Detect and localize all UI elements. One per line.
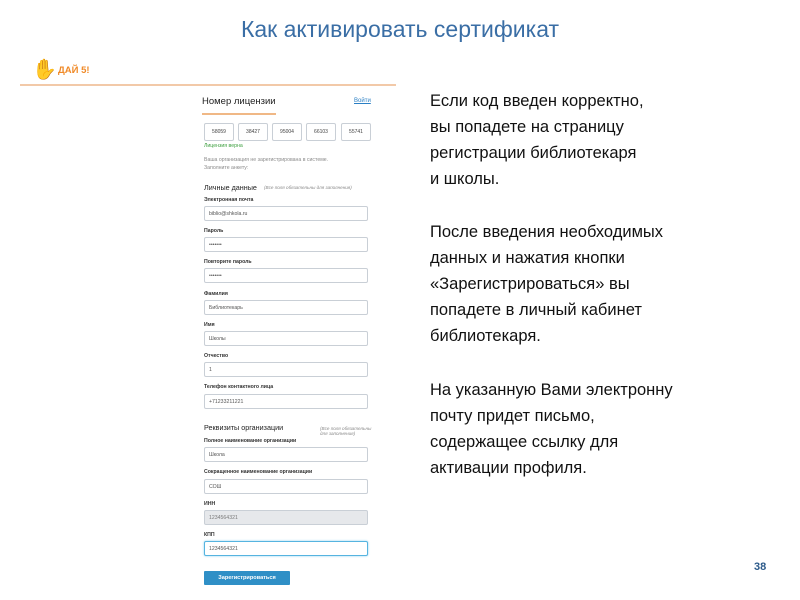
text-line: регистрации библиотекаря xyxy=(430,144,637,162)
password-field[interactable]: ••••••• xyxy=(204,237,368,252)
license-code-2[interactable]: 38427 xyxy=(238,123,268,141)
password-repeat-label: Повторите пароль xyxy=(204,259,252,265)
text-line: «Зарегистрироваться» вы xyxy=(430,275,630,293)
page-number: 38 xyxy=(754,561,767,573)
registration-notice: Ваша организация не зарегистрирована в с… xyxy=(204,156,374,172)
personal-section-title: Личные данные xyxy=(204,183,257,192)
phone-label: Телефон контактного лица xyxy=(204,384,274,390)
info-paragraph-3: На указанную Вами электронну почту приде… xyxy=(430,377,760,481)
login-link[interactable]: Войти xyxy=(354,98,371,104)
org-shortname-label: Сокращенное наименование организации xyxy=(204,469,313,475)
register-button[interactable]: Зарегистрироваться xyxy=(204,571,290,585)
personal-section-note: (Все поля обязательны для заполнения) xyxy=(264,185,352,190)
text-line: данных и нажатия кнопки xyxy=(430,249,625,267)
license-code-4[interactable]: 66103 xyxy=(306,123,336,141)
firstname-label: Имя xyxy=(204,322,215,328)
org-fullname-field[interactable]: Школа xyxy=(204,447,368,462)
lastname-field[interactable]: Библиотекарь xyxy=(204,300,368,315)
notice-line: Заполните анкету: xyxy=(204,165,249,171)
patronymic-label: Отчество xyxy=(204,353,229,359)
lastname-label: Фамилия xyxy=(204,291,228,297)
text-line: активации профиля. xyxy=(430,459,587,477)
email-label: Электронная почта xyxy=(204,197,254,203)
org-section-note: (Все поля обязательны для заполнения) xyxy=(320,426,372,436)
info-paragraph-1: Если код введен корректно, вы попадете н… xyxy=(430,88,760,192)
text-line: библиотекаря. xyxy=(430,327,541,345)
kpp-label: КПП xyxy=(204,532,215,538)
license-title-underline xyxy=(202,113,276,115)
inn-label: ИНН xyxy=(204,501,216,507)
firstname-field[interactable]: Школы xyxy=(204,331,368,346)
inn-field: 1234564321 xyxy=(204,510,368,525)
phone-field[interactable]: +71233211221 xyxy=(204,394,368,409)
registration-form: Номер лицензии Войти 58059 38427 95004 6… xyxy=(200,90,380,595)
text-line: После введения необходимых xyxy=(430,223,664,241)
kpp-field[interactable]: 1234564321 xyxy=(204,541,368,556)
patronymic-field[interactable]: 1 xyxy=(204,362,368,377)
notice-line: Ваша организация не зарегистрирована в с… xyxy=(204,157,329,163)
license-title: Номер лицензии xyxy=(202,96,276,107)
logo[interactable]: ✋ ДАЙ 5! xyxy=(32,60,112,82)
org-section-title: Реквизиты организации xyxy=(204,423,284,432)
license-code-1[interactable]: 58059 xyxy=(204,123,234,141)
info-paragraph-2: После введения необходимых данных и нажа… xyxy=(430,219,760,349)
slide-title: Как активировать сертификат xyxy=(240,16,560,42)
text-line: На указанную Вами электронну xyxy=(430,381,673,399)
org-shortname-field[interactable]: СОШ xyxy=(204,479,368,494)
text-line: Если код введен корректно, xyxy=(430,92,644,110)
password-label: Пароль xyxy=(204,228,224,234)
text-line: содержащее ссылку для xyxy=(430,433,619,451)
text-line: попадете в личный кабинет xyxy=(430,301,642,319)
logo-text: ДАЙ 5! xyxy=(58,65,90,76)
text-line: вы попадете на страницу xyxy=(430,118,624,136)
org-fullname-label: Полное наименование организации xyxy=(204,438,297,444)
license-code-5[interactable]: 55741 xyxy=(341,123,371,141)
email-field[interactable]: biblio@shkola.ru xyxy=(204,206,368,221)
license-code-3[interactable]: 95004 xyxy=(272,123,302,141)
header-divider xyxy=(20,84,396,86)
hand-icon: ✋ xyxy=(32,59,57,81)
password-repeat-field[interactable]: ••••••• xyxy=(204,268,368,283)
license-valid-message: Лицензия верна xyxy=(204,143,243,149)
text-line: и школы. xyxy=(430,170,500,188)
text-line: почту придет письмо, xyxy=(430,407,595,425)
